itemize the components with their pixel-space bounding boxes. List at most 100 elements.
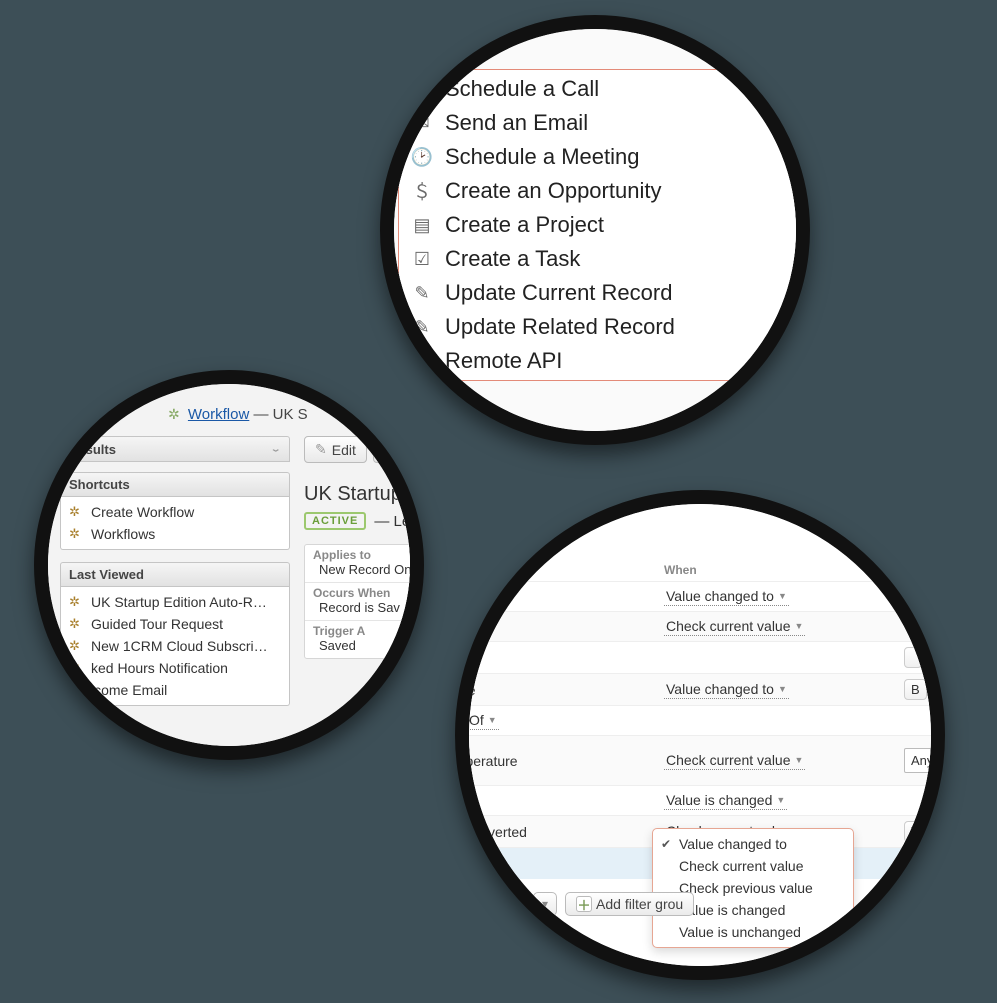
small-dropdown-button[interactable]: ▾: [533, 892, 557, 916]
breadcrumb-link[interactable]: Workflow: [188, 406, 249, 423]
gear-icon: ✲: [168, 406, 180, 422]
when-dropdown[interactable]: Value changed to ▼: [664, 680, 789, 699]
detail-value: New Record Onl: [313, 562, 424, 577]
when-dropdown-popup: Value changed to Check current value Che…: [652, 828, 854, 948]
value-input[interactable]: Any: [904, 748, 940, 773]
dropdown-option-label: Value is changed: [679, 902, 785, 918]
task-icon: ☑: [409, 248, 435, 270]
when-dropdown[interactable]: Check current value ▼: [664, 751, 805, 770]
detail-value: Saved: [313, 638, 424, 653]
adjacent-button[interactable]: [373, 436, 383, 463]
dropdown-label: Value changed to: [666, 588, 774, 604]
last-viewed-item[interactable]: ✲ New 1CRM Cloud Subscri…: [61, 635, 289, 657]
value-pill[interactable]: B: [904, 679, 927, 700]
menu-item-label: Create a Project: [445, 212, 604, 238]
value-pill[interactable]: To: [904, 821, 932, 842]
when-dropdown[interactable]: Check current value ▼: [664, 617, 805, 636]
add-filter-group-button[interactable]: ＋ Add filter grou: [565, 892, 694, 916]
menu-item-schedule-call[interactable]: 📅 Schedule a Call: [399, 72, 810, 106]
last-viewed-item[interactable]: ✲ UK Startup Edition Auto-R…: [61, 591, 289, 613]
edit-icon: ✎: [409, 282, 435, 304]
menu-item-create-task[interactable]: ☑ Create a Task: [399, 242, 810, 276]
filter-conditions-circle: When Value changed to ▼ Check current: [455, 490, 945, 980]
api-icon: ⬡: [409, 350, 435, 372]
last-viewed-item[interactable]: ✲ Guided Tour Request: [61, 613, 289, 635]
menu-item-update-current-record[interactable]: ✎ Update Current Record: [399, 276, 810, 310]
dropdown-label: Value changed to: [666, 681, 774, 697]
dropdown-option[interactable]: Value changed to: [653, 833, 853, 855]
workflow-icon: ✲: [69, 638, 85, 654]
chevron-down-icon: ▼: [776, 795, 785, 805]
workflow-icon: ✲: [69, 594, 85, 610]
menu-item-label: Create a Task: [445, 246, 580, 272]
detail-label: Applies to: [313, 548, 424, 562]
when-dropdown[interactable]: Value changed to ▼: [664, 587, 789, 606]
workflow-icon: ✲: [69, 526, 85, 542]
breadcrumb-suffix: — UK S: [253, 406, 307, 423]
detail-row: Trigger A Saved: [305, 621, 424, 658]
last-viewed-item[interactable]: ✲ ked Hours Notification: [61, 657, 289, 679]
project-icon: ▤: [409, 214, 435, 236]
dropdown-label: Value is changed: [666, 792, 772, 808]
dropdown-option-label: Value changed to: [679, 836, 787, 852]
panel-header-label: Results: [69, 442, 116, 457]
last-viewed-panel-header: Last Viewed: [60, 562, 290, 587]
list-item-label: lcome Email: [91, 682, 167, 698]
menu-item-remote-api[interactable]: ⬡ Remote API: [399, 344, 810, 378]
shortcut-create-workflow[interactable]: ✲ Create Workflow: [61, 501, 289, 523]
dropdown-label: Any Of: [455, 712, 484, 728]
button-label: Add filter grou: [596, 896, 683, 912]
table-row: tatus Value is changed ▼: [455, 785, 945, 815]
list-item-label: ked Hours Notification: [91, 660, 228, 676]
anyof-dropdown[interactable]: Any Of ▼: [455, 711, 499, 730]
pencil-icon: ✎: [315, 441, 327, 458]
chevron-down-icon: ⌄: [270, 444, 281, 454]
value-pill[interactable]: [904, 647, 922, 668]
dropdown-option-label: Check previous value: [679, 880, 813, 896]
table-row: Value changed to ▼: [455, 581, 945, 611]
field-cell: Temperature: [455, 753, 664, 769]
shortcut-workflows[interactable]: ✲ Workflows: [61, 523, 289, 545]
dropdown-option[interactable]: Check current value: [653, 855, 853, 877]
detail-label: Trigger A: [313, 624, 424, 638]
last-viewed-item[interactable]: ✲ lcome Email: [61, 679, 289, 701]
chevron-down-icon: ▼: [795, 621, 804, 631]
menu-item-label: Send an Email: [445, 110, 588, 136]
dollar-icon: ＄: [409, 180, 435, 202]
menu-item-send-email[interactable]: ✉ Send an Email: [399, 106, 810, 140]
plus-icon: ＋: [576, 896, 592, 912]
menu-item-label: Schedule a Call: [445, 76, 599, 102]
menu-item-label: Remote API: [445, 348, 562, 374]
chevron-down-icon: ▼: [778, 591, 787, 601]
menu-item-update-related-record[interactable]: ✎ Update Related Record: [399, 310, 810, 344]
action-menu-panel: 📅 Schedule a Call ✉ Send an Email 🕑 Sche…: [394, 29, 796, 431]
field-cell: ate Converted: [455, 824, 664, 840]
list-item-label: New 1CRM Cloud Subscri…: [91, 638, 268, 654]
detail-row: Applies to New Record Onl: [305, 545, 424, 583]
workflow-icon: ✲: [69, 682, 85, 698]
detail-value: Record is Sav: [313, 600, 424, 615]
dropdown-label: Check current value: [666, 618, 791, 634]
status-row: ACTIVE — Le: [304, 512, 424, 530]
details-box: Applies to New Record Onl Occurs When Re…: [304, 544, 424, 659]
value-pill[interactable]: [904, 853, 922, 874]
results-panel-header[interactable]: Results ⌄: [60, 436, 290, 462]
menu-item-schedule-meeting[interactable]: 🕑 Schedule a Meeting: [399, 140, 810, 174]
edit-button[interactable]: ✎ Edit: [304, 436, 367, 463]
menu-item-create-opportunity[interactable]: ＄ Create an Opportunity: [399, 174, 810, 208]
menu-item-create-project[interactable]: ▤ Create a Project: [399, 208, 810, 242]
list-item-label: UK Startup Edition Auto-R…: [91, 594, 267, 610]
calendar-icon: 📅: [409, 78, 435, 100]
button-label: Edit: [332, 442, 356, 458]
table-row: rature Value changed to ▼ B: [455, 673, 945, 705]
list-item-label: Create Workflow: [91, 504, 194, 520]
field-cell: Not Call: [455, 856, 664, 872]
action-menu: 📅 Schedule a Call ✉ Send an Email 🕑 Sche…: [398, 69, 810, 381]
status-badge: ACTIVE: [304, 512, 366, 530]
when-dropdown[interactable]: Value is changed ▼: [664, 791, 787, 810]
table-row: Temperature Check current value ▼ Any: [455, 735, 945, 785]
menu-item-label: Update Related Record: [445, 314, 675, 340]
chevron-down-icon: ▼: [778, 684, 787, 694]
filter-panel: When Value changed to ▼ Check current: [455, 499, 945, 980]
dropdown-option[interactable]: Value is unchanged: [653, 921, 853, 943]
